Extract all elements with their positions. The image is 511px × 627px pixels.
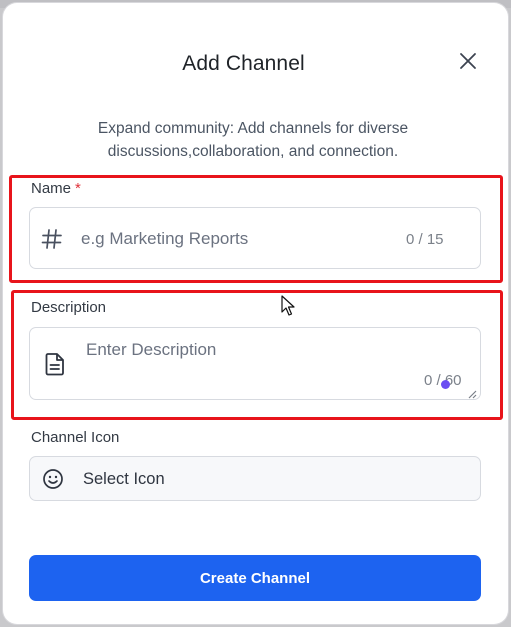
- smiley-icon: [42, 468, 64, 490]
- close-icon: [460, 53, 476, 69]
- channel-icon-label: Channel Icon: [31, 429, 120, 446]
- add-channel-dialog: Add Channel Expand community: Add channe…: [3, 3, 508, 624]
- mouse-cursor-icon: [281, 295, 295, 316]
- description-textarea[interactable]: Enter Description 0 / 60: [29, 327, 481, 400]
- description-placeholder: Enter Description: [86, 340, 217, 359]
- name-input[interactable]: e.g Marketing Reports 0 / 15: [29, 207, 481, 269]
- hash-icon: [41, 228, 63, 250]
- dialog-title: Add Channel: [182, 52, 305, 75]
- dialog-description: Expand community: Add channels for diver…: [97, 120, 409, 160]
- resize-handle[interactable]: [467, 386, 477, 399]
- name-placeholder: e.g Marketing Reports: [81, 229, 249, 248]
- select-icon-placeholder: Select Icon: [83, 470, 165, 488]
- select-icon-field[interactable]: Select Icon: [29, 456, 481, 501]
- name-char-counter: 0 / 15: [406, 231, 444, 248]
- name-label: Name *: [31, 180, 81, 197]
- description-label: Description: [31, 299, 107, 316]
- document-icon: [44, 352, 66, 376]
- name-label-text: Name: [31, 180, 72, 197]
- focus-dot: [441, 380, 450, 389]
- create-channel-button[interactable]: Create Channel: [29, 555, 481, 601]
- required-mark: *: [75, 180, 81, 197]
- close-button[interactable]: [457, 50, 479, 72]
